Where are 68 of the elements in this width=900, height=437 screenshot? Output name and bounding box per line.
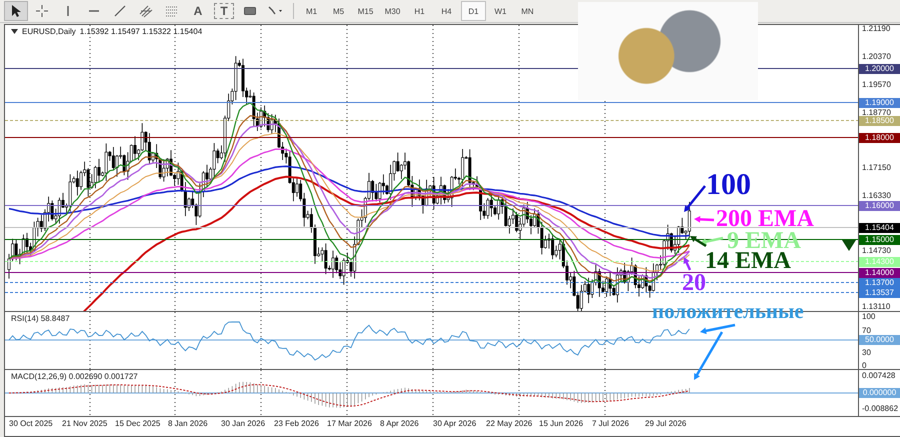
price-level-tag: 1.14000 <box>859 268 900 278</box>
timeframe-button[interactable]: H4 <box>434 1 459 21</box>
rsi-tick-label: 70 <box>862 326 871 336</box>
annotation-text: 20 <box>682 271 706 295</box>
text-tool-button[interactable]: A <box>186 1 210 21</box>
timeframe-button[interactable]: M15 <box>353 1 378 21</box>
annotation-text: 200 EMA <box>716 207 814 231</box>
date-axis-label: 21 Nov 2025 <box>62 418 108 430</box>
trend-line-icon <box>113 4 127 18</box>
timeframe-button[interactable]: H1 <box>407 1 432 21</box>
timeframe-button[interactable]: W1 <box>488 1 513 21</box>
price-tick-label: 1.17150 <box>862 163 891 173</box>
grid-lines-icon <box>165 4 179 18</box>
date-axis-label: 30 Jan 2026 <box>221 418 266 430</box>
price-level-tag: 1.13700 <box>859 278 900 288</box>
price-tick-label: 1.16330 <box>862 191 891 201</box>
date-axis-label: 15 Jun 2026 <box>539 418 584 430</box>
channel-lines-icon <box>139 4 153 18</box>
macd-tick-label: 0.007428 <box>862 371 896 381</box>
date-axis-label: 8 Jan 2026 <box>168 418 209 430</box>
date-axis-label: 15 Dec 2025 <box>115 418 162 430</box>
down-triangle-icon <box>842 240 856 251</box>
date-axis-label: 8 Apr 2026 <box>380 418 420 430</box>
rsi-tick-label: 30 <box>862 348 871 358</box>
rsi-level-tag: 50.0000 <box>859 335 900 345</box>
date-axis-label: 30 Oct 2025 <box>9 418 54 430</box>
macd-tick-label: -0.008862 <box>862 404 898 414</box>
price-tick-label: 1.14730 <box>862 246 891 256</box>
rsi-tick-label: 100 <box>862 312 876 322</box>
rsi-tick-label: 0 <box>862 361 866 371</box>
macd-label: MACD(12,26,9) 0.002690 0.001727 <box>11 372 138 381</box>
macd-level-tag: 0.000000 <box>859 388 900 398</box>
date-axis-label: 23 Feb 2026 <box>274 418 320 430</box>
price-level-tag: 1.18000 <box>859 133 900 143</box>
price-level-tag: 1.19000 <box>859 98 900 108</box>
price-level-tag: 1.13537 <box>859 288 900 298</box>
price-tick-label: 1.20370 <box>862 52 891 62</box>
date-axis-label: 30 Apr 2026 <box>433 418 478 430</box>
price-tick-label: 1.18770 <box>862 108 891 117</box>
symbol-label: EURUSD,Daily <box>22 27 76 36</box>
ohlc-values: 1.15392 1.15497 1.15322 1.15404 <box>80 27 202 36</box>
price-tick-label: 1.21190 <box>862 24 890 34</box>
date-axis-label: 7 Jul 2026 <box>592 418 630 430</box>
timeframe-button[interactable]: M5 <box>326 1 351 21</box>
date-axis-label: 29 Jul 2026 <box>645 418 688 430</box>
annotation-text: 100 <box>706 170 751 200</box>
cursor-button[interactable] <box>4 1 28 21</box>
timeframe-button[interactable]: M30 <box>380 1 405 21</box>
cursor-icon <box>9 4 23 18</box>
date-axis-label: 17 Mar 2026 <box>327 418 373 430</box>
timeframe-button[interactable]: MN <box>515 1 540 21</box>
timeframe-button[interactable]: D1 <box>461 1 486 21</box>
price-level-tag: 1.14300 <box>859 257 900 267</box>
collapse-triangle-icon <box>11 28 18 35</box>
text-tool-button[interactable]: T <box>212 1 236 21</box>
price-level-tag: 1.15000 <box>859 235 900 245</box>
price-level-tag: 1.18500 <box>859 116 900 126</box>
price-level-tag: 1.15404 <box>859 223 900 233</box>
price-tick-label: 1.19570 <box>862 80 891 90</box>
annotation-text: 14 EMA <box>705 249 791 273</box>
price-tick-label: 1.13110 <box>862 302 890 312</box>
rsi-label: RSI(14) 58.8487 <box>11 314 70 323</box>
timeframe-button[interactable]: M1 <box>299 1 324 21</box>
rectangle-icon <box>243 4 257 18</box>
price-level-tag: 1.16000 <box>859 201 900 211</box>
price-level-tag: 1.20000 <box>859 64 900 74</box>
crosshair-icon <box>35 4 49 18</box>
date-axis-label: 22 May 2026 <box>486 418 534 430</box>
